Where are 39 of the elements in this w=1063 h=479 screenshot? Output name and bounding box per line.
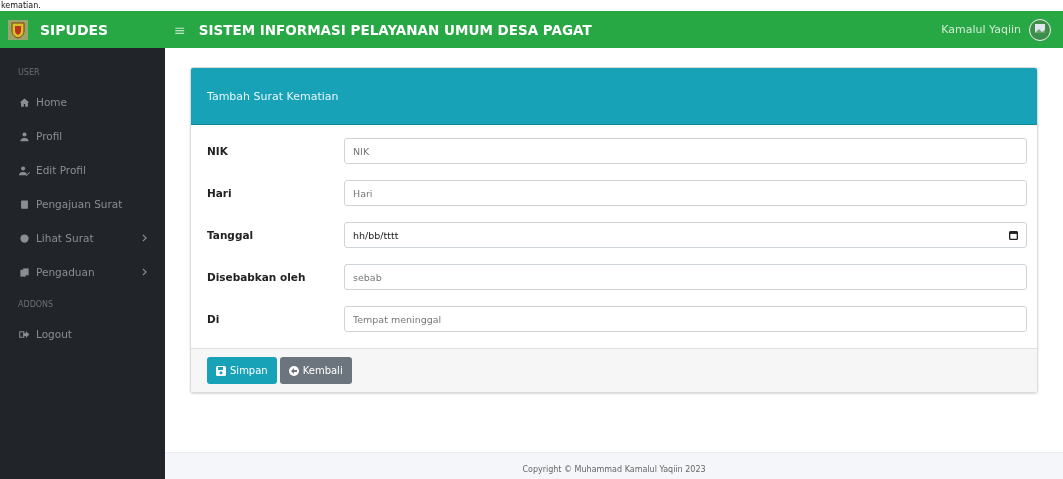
field-label: Hari <box>207 187 233 199</box>
sidebar-item[interactable]: Edit Profil <box>0 153 165 187</box>
date-field[interactable]: hh/bb/tttt <box>344 222 1027 248</box>
calendar-icon[interactable] <box>1009 230 1018 240</box>
info-icon <box>19 232 30 244</box>
sidebar-item[interactable]: Lihat Surat <box>0 221 165 255</box>
app-title: SISTEM INFORMASI PELAYANAN UMUM DESA PAGAT <box>198 21 593 38</box>
sidebar-heading: USER <box>17 67 41 79</box>
sidebar-item[interactable]: Profil <box>0 119 165 153</box>
logout-icon <box>19 328 30 340</box>
user-edit-icon <box>19 164 30 176</box>
input-field[interactable]: NIK <box>344 138 1027 164</box>
input-field[interactable]: Hari <box>344 180 1027 206</box>
avatar-icon[interactable] <box>1029 18 1051 41</box>
field-label: Disebabkan oleh <box>207 271 307 283</box>
field-label: Di <box>207 313 221 325</box>
input-field[interactable]: sebab <box>344 264 1027 290</box>
user-icon <box>19 130 30 142</box>
save-icon <box>216 365 226 376</box>
sidebar-item[interactable]: Logout <box>0 317 165 351</box>
sidebar-item[interactable]: Pengaduan <box>0 255 165 289</box>
sidebar-heading: ADDONS <box>17 299 55 311</box>
save-button[interactable]: Simpan <box>207 357 277 384</box>
emblem-icon <box>8 19 28 40</box>
sidebar-item[interactable]: Pengajuan Surat <box>0 187 165 221</box>
back-button[interactable]: Kembali <box>279 357 352 384</box>
input-field[interactable]: Tempat meninggal <box>344 306 1027 332</box>
field-label: Tanggal <box>207 229 255 241</box>
brand-name[interactable]: SIPUDES <box>40 21 109 38</box>
book-icon <box>19 198 30 210</box>
page-heading: kematian. <box>0 0 42 11</box>
card-title: Tambah Surat Kematian <box>207 89 339 103</box>
documents-icon <box>19 266 30 278</box>
home-icon <box>19 96 30 108</box>
sidebar-item[interactable]: Home <box>0 85 165 119</box>
back-arrow-icon <box>288 365 299 376</box>
field-label: NIK <box>207 145 229 157</box>
user-name[interactable]: Kamalul Yaqiin <box>941 23 1021 36</box>
copyright-text: Copyright © Muhammad Kamalul Yaqiin 2023 <box>522 464 706 475</box>
